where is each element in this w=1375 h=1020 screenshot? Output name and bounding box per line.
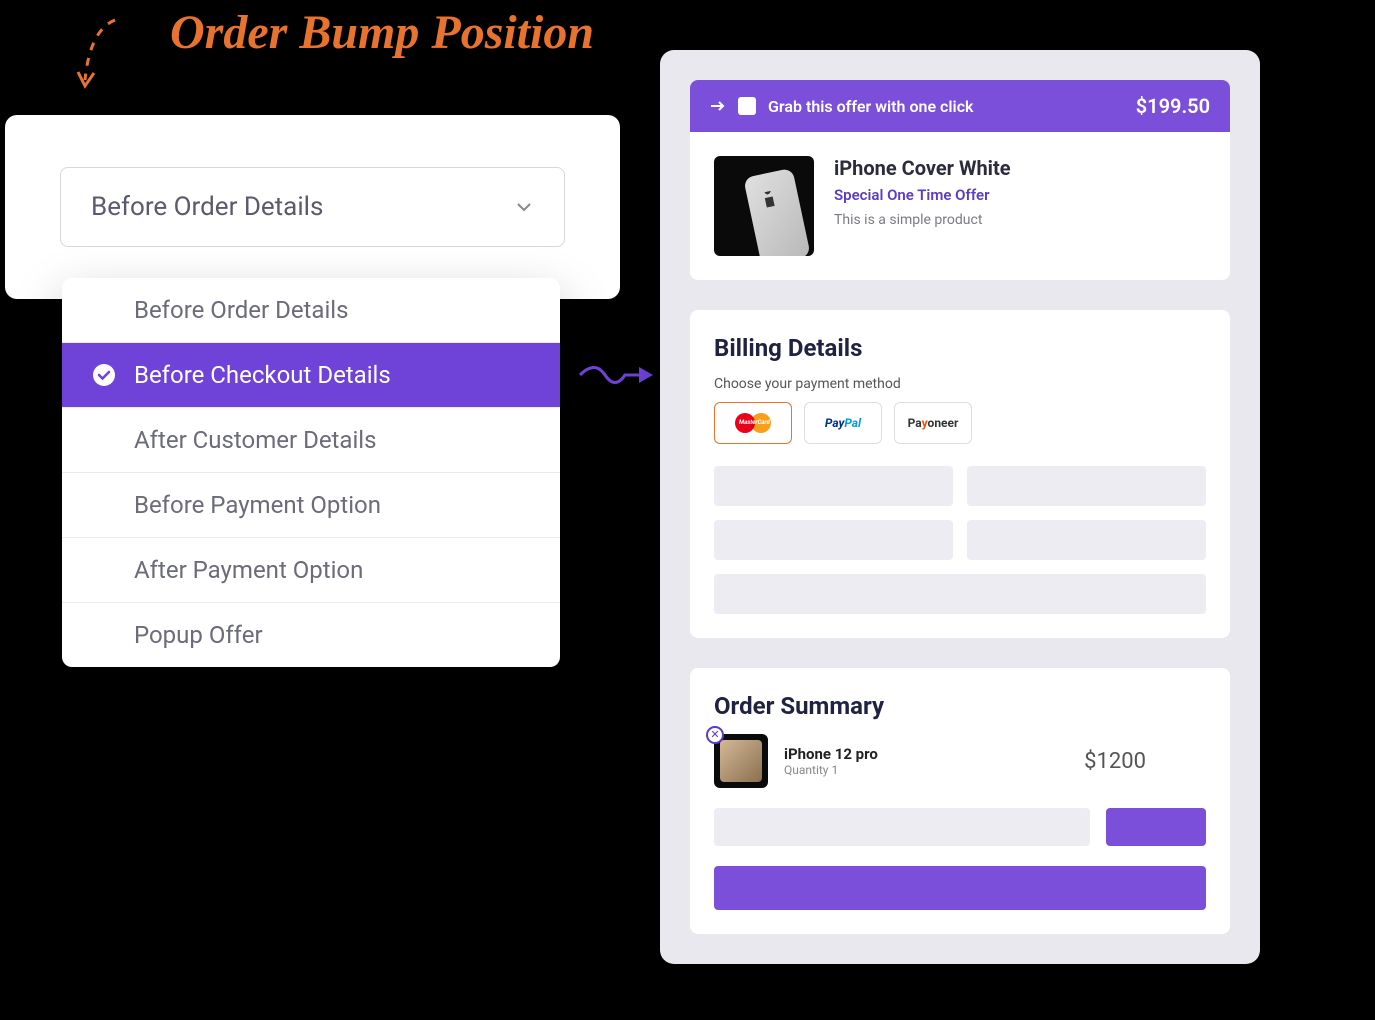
billing-sub-label: Choose your payment method xyxy=(714,376,1206,392)
billing-input[interactable] xyxy=(967,466,1206,506)
check-circle-icon xyxy=(92,363,116,387)
order-item-price: $1200 xyxy=(1084,749,1146,774)
billing-input[interactable] xyxy=(714,574,1206,614)
dropdown-option-label: After Payment Option xyxy=(134,556,363,584)
coupon-input[interactable] xyxy=(714,808,1090,846)
billing-heading: Billing Details xyxy=(714,334,1206,362)
billing-input[interactable] xyxy=(967,520,1206,560)
dropdown-option-label: Popup Offer xyxy=(134,621,263,649)
order-summary-card: Order Summary ✕ iPhone 12 pro Quantity 1… xyxy=(690,668,1230,934)
position-select[interactable]: Before Order Details xyxy=(60,167,565,247)
page-title: Order Bump Position xyxy=(170,5,594,60)
payment-method-payoneer[interactable]: Payoneer xyxy=(894,402,972,444)
mastercard-label: MasterCard xyxy=(739,419,770,426)
dropdown-option[interactable]: Popup Offer xyxy=(62,603,560,667)
order-item-qty: Quantity 1 xyxy=(784,763,878,777)
dropdown-option[interactable]: Before Checkout Details xyxy=(62,343,560,408)
billing-input[interactable] xyxy=(714,466,953,506)
dropdown-option-label: Before Payment Option xyxy=(134,491,381,519)
order-item-image: ✕ xyxy=(714,734,768,788)
billing-input[interactable] xyxy=(714,520,953,560)
connect-arrow-icon xyxy=(575,355,660,395)
order-line-item: ✕ iPhone 12 pro Quantity 1 $1200 xyxy=(714,734,1206,788)
dropdown-option-label: After Customer Details xyxy=(134,426,377,454)
position-dropdown: Before Order Details Before Checkout Deta… xyxy=(62,278,560,667)
checkout-preview: Grab this offer with one click $199.50 i… xyxy=(660,50,1260,964)
remove-item-button[interactable]: ✕ xyxy=(706,726,724,744)
dropdown-option-label: Before Order Details xyxy=(134,296,349,324)
chevron-down-icon xyxy=(514,197,534,217)
offer-product-image xyxy=(714,156,814,256)
offer-description: This is a simple product xyxy=(834,212,1011,228)
offer-special-label: Special One Time Offer xyxy=(834,186,1011,204)
payment-method-paypal[interactable]: PayPal xyxy=(804,402,882,444)
billing-details-card: Billing Details Choose your payment meth… xyxy=(690,310,1230,638)
order-bump-offer-card: Grab this offer with one click $199.50 i… xyxy=(690,80,1230,280)
offer-price: $199.50 xyxy=(1136,94,1210,118)
dropdown-option-label: Before Checkout Details xyxy=(134,361,391,389)
dropdown-option[interactable]: After Payment Option xyxy=(62,538,560,603)
payment-method-mastercard[interactable]: MasterCard xyxy=(714,402,792,444)
offer-header: Grab this offer with one click $199.50 xyxy=(690,80,1230,132)
offer-product-name: iPhone Cover White xyxy=(834,156,1011,180)
offer-grab-label: Grab this offer with one click xyxy=(768,97,974,116)
dropdown-option[interactable]: Before Order Details xyxy=(62,278,560,343)
place-order-button[interactable] xyxy=(714,866,1206,910)
order-item-name: iPhone 12 pro xyxy=(784,745,878,763)
summary-heading: Order Summary xyxy=(714,692,1206,720)
position-select-label: Before Order Details xyxy=(91,192,323,222)
offer-checkbox[interactable] xyxy=(738,97,756,115)
arrow-right-icon xyxy=(710,100,726,112)
dropdown-option[interactable]: After Customer Details xyxy=(62,408,560,473)
dropdown-option[interactable]: Before Payment Option xyxy=(62,473,560,538)
position-selector-panel: Before Order Details xyxy=(5,115,620,299)
apply-coupon-button[interactable] xyxy=(1106,808,1206,846)
